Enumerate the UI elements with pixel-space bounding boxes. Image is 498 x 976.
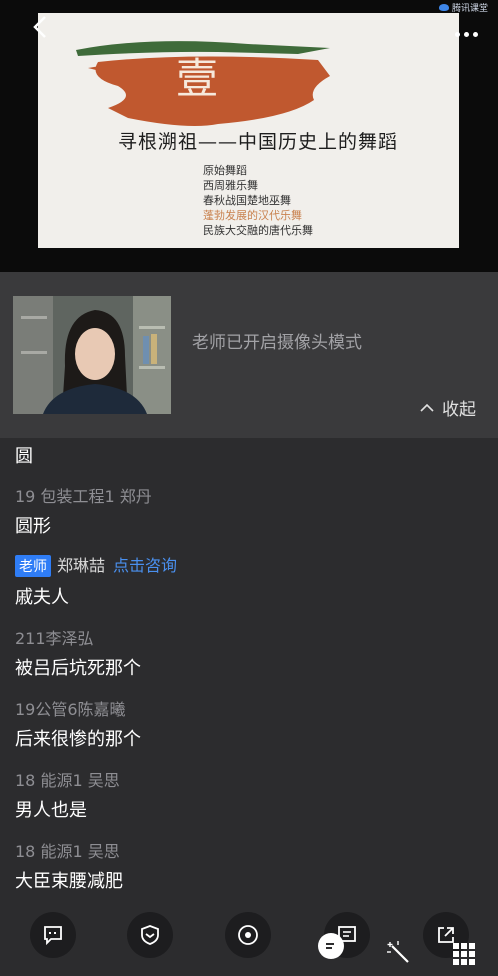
- chat-message-text: 戚夫人: [15, 587, 69, 608]
- teacher-camera-panel: 老师已开启摄像头模式 收起: [0, 272, 498, 438]
- chevron-up-icon: [420, 403, 434, 412]
- chat-message-text: 大臣束腰减肥: [15, 871, 123, 892]
- input-float-button[interactable]: [318, 933, 344, 959]
- slide-title: 寻根溯祖——中国历史上的舞蹈: [118, 131, 399, 153]
- outline-item: 原始舞蹈: [203, 164, 247, 177]
- chat-sender-name: 211李泽弘: [15, 629, 94, 648]
- chat-bubble-icon: [44, 926, 62, 946]
- collapse-button[interactable]: 收起: [420, 395, 476, 420]
- chat-button[interactable]: [30, 912, 76, 958]
- chat-sender-name: 19 包装工程1 郑丹: [15, 487, 152, 506]
- chat-message-text: 被吕后坑死那个: [15, 658, 141, 679]
- chat-sender-name: 18 能源1 吴思: [15, 842, 120, 861]
- video-area[interactable]: 腾讯课堂 壹 寻根溯祖——中国历史上的舞蹈 原始舞蹈 西周雅乐舞 春秋战国楚地巫…: [0, 0, 498, 272]
- grid-icon[interactable]: [453, 943, 475, 965]
- chat-message-text: 圆形: [15, 516, 51, 537]
- chat-sender-name: 18 能源1 吴思: [15, 771, 120, 790]
- teacher-badge: 老师: [15, 555, 51, 577]
- bottom-toolbar: [0, 908, 498, 976]
- camera-status-text: 老师已开启摄像头模式: [192, 333, 362, 353]
- collapse-label: 收起: [442, 400, 476, 420]
- record-button[interactable]: [225, 912, 271, 958]
- badge-button[interactable]: [127, 912, 173, 958]
- teacher-name: 郑琳喆: [57, 556, 106, 575]
- outline-item: 西周雅乐舞: [203, 179, 258, 192]
- chevron-left-icon[interactable]: [26, 12, 56, 42]
- magic-wand-icon[interactable]: [386, 940, 412, 966]
- teacher-video[interactable]: [13, 296, 171, 414]
- outline-item-highlighted: 蓬勃发展的汉代乐舞: [203, 209, 302, 222]
- slide-outline: 原始舞蹈 西周雅乐舞 春秋战国楚地巫舞 蓬勃发展的汉代乐舞 民族大交融的唐代乐舞: [203, 163, 313, 238]
- slide-section-number: 壹: [176, 54, 219, 103]
- chat-list[interactable]: 圆 19 包装工程1 郑丹 圆形 老师 郑琳喆 点击咨询 戚夫人 211李泽弘 被吕…: [0, 438, 498, 910]
- chat-sender-name: 19公管6陈嘉曦: [15, 700, 126, 719]
- app-logo-icon: [438, 4, 449, 11]
- consult-link[interactable]: 点击咨询: [113, 556, 177, 575]
- shield-icon: [141, 925, 159, 945]
- teacher-sender-row: 老师 郑琳喆 点击咨询: [15, 552, 177, 577]
- edit-icon: [326, 943, 334, 949]
- more-dots-icon[interactable]: [455, 32, 478, 37]
- chat-message-text: 后来很惨的那个: [15, 729, 141, 750]
- chat-message-text: 男人也是: [15, 800, 87, 821]
- outline-item: 民族大交融的唐代乐舞: [203, 224, 313, 237]
- presentation-slide: 壹 寻根溯祖——中国历史上的舞蹈 原始舞蹈 西周雅乐舞 春秋战国楚地巫舞 蓬勃发…: [38, 13, 459, 248]
- chat-message-text: 圆: [15, 446, 33, 467]
- record-icon: [238, 925, 258, 945]
- outline-item: 春秋战国楚地巫舞: [203, 194, 291, 207]
